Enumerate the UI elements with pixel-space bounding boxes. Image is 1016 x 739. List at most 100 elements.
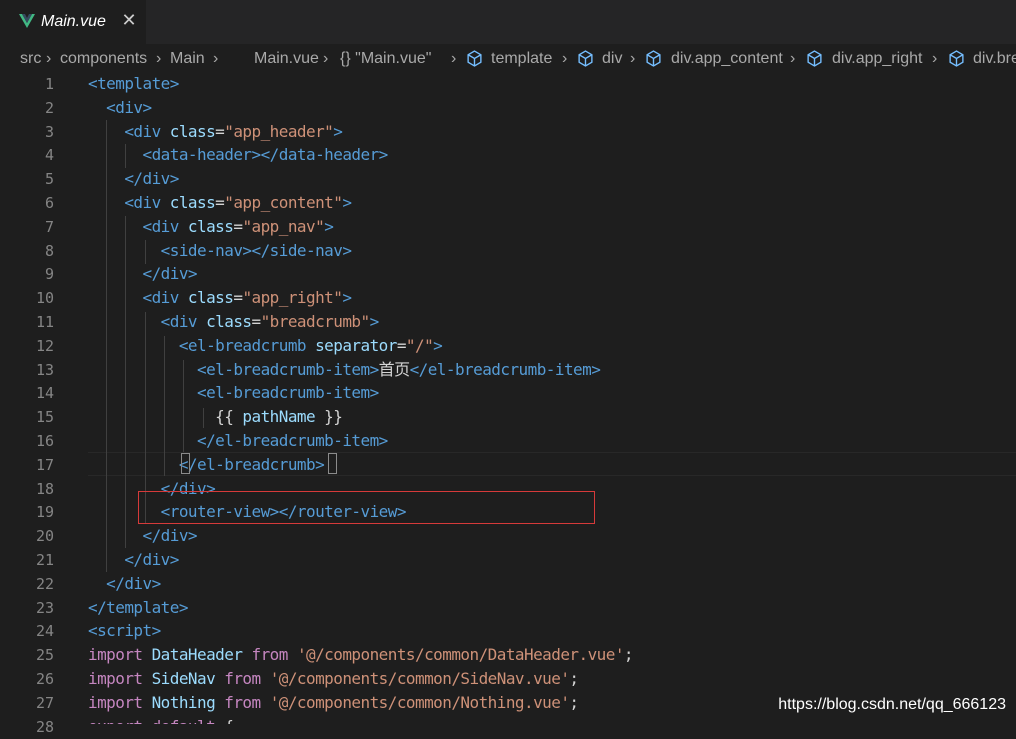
code-token: <div: [88, 216, 188, 236]
code-token: <script>: [88, 621, 161, 641]
code-token: SideNav: [151, 669, 225, 688]
cube-icon: [807, 50, 822, 67]
breadcrumb-div-app-content[interactable]: div.app_content: [671, 49, 783, 69]
code-line[interactable]: <side-nav></side-nav>: [88, 239, 352, 263]
code-token: }}: [315, 407, 343, 427]
code-line[interactable]: <div class="app_header">: [88, 120, 343, 144]
code-token: from: [224, 692, 270, 712]
code-line[interactable]: <el-breadcrumb-item>: [88, 381, 379, 405]
chevron-right-icon: ›: [156, 50, 162, 67]
code-line[interactable]: import DataHeader from '@/components/com…: [88, 643, 634, 667]
code-line[interactable]: <el-breadcrumb-item>首页</el-breadcrumb-it…: [88, 358, 601, 382]
code-token: </div>: [88, 264, 197, 284]
breadcrumb-main-vue[interactable]: Main.vue: [254, 49, 319, 69]
breadcrumb-module[interactable]: {} "Main.vue": [340, 49, 431, 69]
line-number: 13: [35, 360, 54, 379]
line-number-gutter: 1 2 3 4 5 6 7 8 9 10 11 12 13 14 15 16 17 18 19 20 21 22 23 24 2…: [0, 72, 80, 736]
line-number: 9: [44, 265, 54, 284]
code-line[interactable]: import SideNav from '@/components/common…: [88, 667, 579, 691]
code-token: <div>: [88, 97, 152, 117]
code-token: DataHeader: [151, 645, 252, 665]
code-token: {: [224, 717, 234, 724]
code-token: </div>: [88, 526, 197, 546]
tab-title: Main.vue: [41, 13, 106, 30]
code-line[interactable]: {{ pathName }}: [88, 405, 343, 429]
breadcrumb-div[interactable]: div: [602, 49, 622, 69]
chevron-right-icon: ›: [46, 50, 52, 67]
code-line[interactable]: <script>: [88, 619, 161, 643]
line-number: 2: [44, 98, 54, 117]
breadcrumb-div-breadcrumb[interactable]: div.bre: [973, 49, 1016, 69]
breadcrumb-div-app-right[interactable]: div.app_right: [832, 49, 922, 69]
code-line[interactable]: </div>: [88, 167, 179, 191]
code-token: </el-breadcrumb-item>: [409, 359, 601, 379]
code-line[interactable]: <div>: [88, 96, 152, 120]
code-token: export default: [88, 717, 224, 724]
code-token: <div: [88, 312, 207, 331]
code-token: ;: [569, 669, 579, 688]
line-number: 26: [35, 670, 54, 688]
code-editor[interactable]: <template> <div> <div class="app_header"…: [88, 72, 1016, 724]
line-number: 22: [35, 574, 54, 593]
breadcrumb-template[interactable]: template: [491, 49, 552, 69]
breadcrumb-main[interactable]: Main: [170, 49, 205, 69]
bracket-match-close: [328, 453, 337, 474]
code-line[interactable]: </el-breadcrumb>: [88, 453, 325, 477]
code-line[interactable]: <template>: [88, 72, 179, 96]
highlight-annotation-box: [138, 491, 595, 524]
code-line[interactable]: <div class="app_nav">: [88, 215, 333, 239]
code-token: </el-breadcrumb-item>: [88, 431, 388, 450]
code-line[interactable]: </div>: [88, 548, 179, 572]
code-token: class: [206, 312, 252, 331]
code-token: <div: [88, 288, 188, 308]
line-number: 17: [35, 455, 54, 474]
code-line[interactable]: <div class="app_right">: [88, 286, 352, 310]
code-token: <el-breadcrumb-item>: [88, 359, 379, 379]
code-token: >: [342, 288, 352, 308]
code-token: >: [333, 121, 343, 141]
code-token: class: [169, 193, 216, 212]
code-token: Nothing: [151, 692, 225, 712]
close-icon[interactable]: ✕: [119, 10, 139, 32]
code-token: "app_nav": [242, 216, 325, 236]
line-number: 23: [35, 598, 54, 617]
code-token: "app_header": [224, 121, 334, 141]
code-token: ;: [569, 692, 579, 712]
cube-icon: [578, 50, 593, 67]
cube-icon: [949, 50, 964, 67]
code-token: <data-header></data-header>: [88, 145, 388, 165]
code-line[interactable]: <div class="app_content">: [88, 191, 352, 215]
line-number: 24: [35, 622, 54, 641]
code-line[interactable]: import Nothing from '@/components/common…: [88, 691, 579, 715]
code-line[interactable]: </el-breadcrumb-item>: [88, 429, 388, 453]
chevron-right-icon: ›: [323, 50, 329, 67]
code-line[interactable]: export default {: [88, 715, 234, 724]
code-token: <template>: [88, 74, 179, 93]
line-number: 5: [44, 170, 54, 189]
code-token: =: [215, 121, 225, 141]
code-token: >: [433, 335, 443, 355]
code-line[interactable]: <div class="breadcrumb">: [88, 310, 380, 334]
code-token: >: [324, 216, 334, 236]
code-line[interactable]: </div>: [88, 572, 161, 596]
code-line[interactable]: </template>: [88, 596, 188, 620]
chevron-right-icon: ›: [451, 50, 457, 67]
bracket-match-open: [181, 453, 190, 474]
breadcrumb: src › components › Main › Main.vue › {} …: [0, 44, 1016, 72]
code-line[interactable]: </div>: [88, 262, 197, 286]
line-number: 12: [35, 336, 54, 355]
breadcrumb-components[interactable]: components: [60, 49, 147, 69]
code-token: ;: [623, 645, 634, 665]
breadcrumb-src[interactable]: src: [20, 49, 41, 69]
code-line[interactable]: </div>: [88, 524, 197, 548]
code-line[interactable]: <el-breadcrumb separator="/">: [88, 334, 443, 358]
code-token: '@/components/common/Nothing.vue': [269, 692, 570, 712]
code-token: pathName: [242, 407, 316, 427]
line-number: 18: [35, 479, 54, 498]
chevron-right-icon: ›: [932, 50, 938, 67]
code-token: class: [187, 216, 234, 236]
vue-logo-icon: [19, 14, 35, 28]
tab-main-vue[interactable]: Main.vue ✕: [0, 0, 146, 44]
cube-icon: [467, 50, 482, 67]
code-line[interactable]: <data-header></data-header>: [88, 143, 388, 167]
